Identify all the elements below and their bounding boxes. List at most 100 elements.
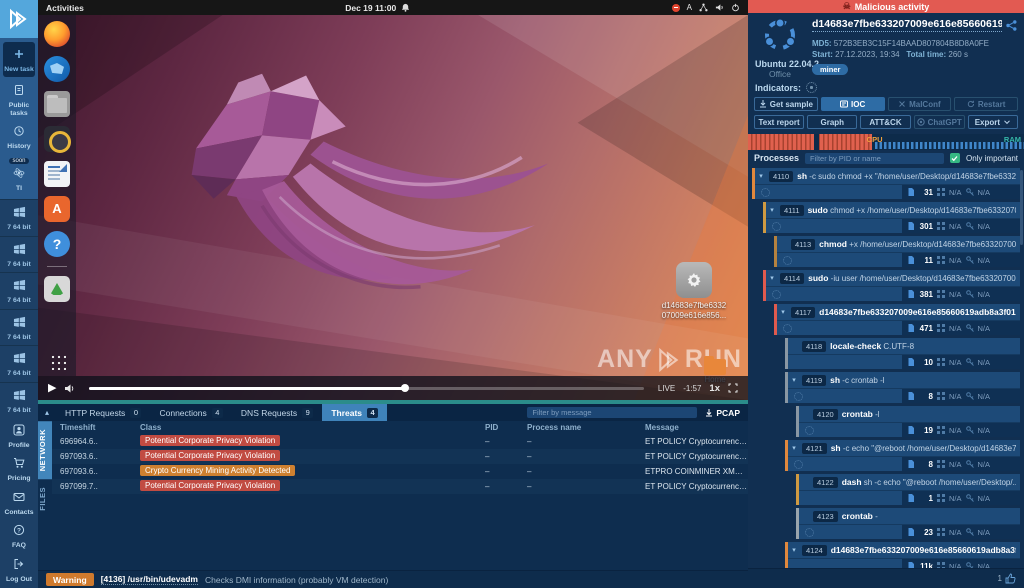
- sidebar-item-win7-env[interactable]: 7 64 bit: [0, 309, 38, 345]
- tab-threats[interactable]: Threats4: [322, 404, 387, 421]
- expand-caret-icon[interactable]: ▾: [790, 546, 798, 554]
- volume-icon[interactable]: [715, 3, 724, 12]
- trash-icon[interactable]: [44, 276, 70, 302]
- process-row[interactable]: 4118 locale-check C.UTF-8 10 N/A N/A: [785, 338, 1020, 369]
- expand-caret-icon[interactable]: ▾: [790, 444, 798, 452]
- process-row[interactable]: ▾ 4124 d14683e7fbe633207009e616e85660619…: [785, 542, 1020, 568]
- malware-tag[interactable]: miner: [812, 64, 848, 75]
- process-row[interactable]: 4122 dash sh -c echo "@reboot /home/user…: [796, 474, 1020, 505]
- expand-caret-icon[interactable]: ▾: [779, 308, 787, 316]
- sidebar-item-win7-env[interactable]: 7 64 bit: [0, 345, 38, 381]
- status-process-link[interactable]: [4136] /usr/bin/udevadm: [101, 574, 198, 585]
- sidebar-item-history[interactable]: History: [0, 120, 38, 153]
- desktop-sample-file[interactable]: d14683e7fbe6332 07009e616e856...: [660, 262, 728, 321]
- player-volume-icon[interactable]: [64, 383, 75, 394]
- threat-row[interactable]: 697099.7..Potential Corporate Privacy Vi…: [52, 479, 748, 494]
- expand-caret-icon[interactable]: ▾: [768, 206, 776, 214]
- process-row[interactable]: ▾ 4119 sh -c crontab -l 8 N/A N/A: [785, 372, 1020, 403]
- power-icon[interactable]: [731, 3, 740, 12]
- anyrun-logo[interactable]: [0, 0, 38, 38]
- process-filter-input[interactable]: [805, 153, 944, 164]
- fullscreen-icon[interactable]: [728, 383, 738, 393]
- sidebar-item-faq[interactable]: ?FAQ: [0, 519, 38, 552]
- expand-caret-icon[interactable]: ▾: [768, 274, 776, 282]
- sidebar-item-pricing[interactable]: Pricing: [0, 452, 38, 485]
- rhythmbox-icon[interactable]: [44, 126, 70, 152]
- process-row[interactable]: ▾ 4117 d14683e7fbe633207009e616e85660619…: [774, 304, 1020, 335]
- ubuntu-software-icon[interactable]: A: [44, 196, 70, 222]
- sidebar-item-win7-env[interactable]: 7 64 bit: [0, 382, 38, 418]
- att-ck-button[interactable]: ATT&CK: [860, 115, 910, 129]
- help-icon[interactable]: ?: [44, 231, 70, 257]
- text-report-button[interactable]: Text report: [754, 115, 804, 129]
- player-progress-slider[interactable]: [89, 387, 643, 390]
- ioc-button[interactable]: IOC: [821, 97, 885, 111]
- collapse-panel-icon[interactable]: ▴: [38, 404, 56, 421]
- share-icon[interactable]: [1006, 18, 1017, 36]
- keyboard-layout-indicator[interactable]: A: [687, 3, 692, 12]
- thumbs-up-icon[interactable]: [1005, 573, 1016, 584]
- windows-logo-icon: [13, 205, 26, 223]
- play-button[interactable]: ▶: [48, 383, 56, 394]
- thunderbird-icon[interactable]: [44, 56, 70, 82]
- process-row[interactable]: 4123 crontab - 23 N/A N/A: [796, 508, 1020, 539]
- get-sample-button[interactable]: Get sample: [754, 97, 818, 111]
- windows-logo-icon: [13, 315, 26, 333]
- expand-caret-icon[interactable]: ▾: [790, 376, 798, 384]
- threat-row[interactable]: 696964.6..Potential Corporate Privacy Vi…: [52, 434, 748, 449]
- sample-title[interactable]: d14683e7fbe633207009e616e85660619...: [812, 18, 1002, 32]
- keys-count: N/A: [978, 426, 991, 435]
- pcap-download-button[interactable]: PCAP: [705, 408, 740, 418]
- cart-icon: [13, 456, 25, 474]
- process-row[interactable]: 4120 crontab -l 19 N/A N/A: [796, 406, 1020, 437]
- logout-icon: [13, 557, 25, 575]
- process-row[interactable]: ▾ 4111 sudo chmod +x /home/user/Desktop/…: [763, 202, 1020, 233]
- sidebar-item-win7-env[interactable]: 7 64 bit: [0, 199, 38, 235]
- process-row[interactable]: 4113 chmod +x /home/user/Desktop/d14683e…: [774, 236, 1020, 267]
- md5-row: MD5: 572B3EB3C15F14BAAD807804B8D8A0FE: [812, 39, 1017, 48]
- modules-icon: [937, 256, 945, 264]
- clock[interactable]: Dec 19 11:00: [345, 3, 410, 13]
- process-row[interactable]: ▾ 4110 sh -c sudo chmod +x "/home/user/D…: [752, 168, 1020, 199]
- threat-row[interactable]: 697093.6..Crypto Currency Mining Activit…: [52, 464, 748, 479]
- scrollbar-thumb[interactable]: [1020, 170, 1023, 245]
- keys-count: N/A: [978, 290, 991, 299]
- sidebar-item-log-out[interactable]: Log Out: [0, 553, 38, 586]
- sidebar-item-ti[interactable]: soon TI: [0, 154, 38, 195]
- playback-speed-button[interactable]: 1x: [709, 383, 720, 394]
- process-pid: 4113: [791, 239, 815, 250]
- process-pid: 4119: [802, 375, 826, 386]
- files-icon[interactable]: [44, 91, 70, 117]
- libreoffice-writer-icon[interactable]: [44, 161, 70, 187]
- process-row[interactable]: ▾ 4114 sudo -iu user /home/user/Desktop/…: [763, 270, 1020, 301]
- message-filter-input[interactable]: [527, 407, 697, 418]
- faq-icon: ?: [13, 523, 25, 541]
- sidebar-item-new-task[interactable]: New task: [3, 42, 35, 77]
- cpu-indicator-icon[interactable]: [806, 82, 817, 93]
- tab-dns-requests[interactable]: DNS Requests9: [232, 404, 322, 421]
- side-tab-network[interactable]: NETWORK: [38, 421, 52, 479]
- files-count: 19: [919, 426, 933, 435]
- process-stats: 8 N/A N/A: [902, 457, 1020, 471]
- slider-knob[interactable]: [401, 384, 409, 392]
- tab-http-requests[interactable]: HTTP Requests0: [56, 404, 150, 421]
- tab-connections[interactable]: Connections4: [150, 404, 231, 421]
- network-share-icon[interactable]: [699, 3, 708, 12]
- app-grid-icon[interactable]: [49, 353, 66, 370]
- sidebar-item-win7-env[interactable]: 7 64 bit: [0, 236, 38, 272]
- threat-row[interactable]: 697093.6..Potential Corporate Privacy Vi…: [52, 449, 748, 464]
- export-button[interactable]: Export: [968, 115, 1018, 129]
- sidebar-item-public-tasks[interactable]: Public tasks: [0, 79, 38, 120]
- firefox-icon[interactable]: [44, 21, 70, 47]
- only-important-checkbox[interactable]: [950, 153, 960, 163]
- sidebar-item-win7-env[interactable]: 7 64 bit: [0, 272, 38, 308]
- activities-button[interactable]: Activities: [46, 3, 84, 13]
- side-tab-files[interactable]: FILES: [38, 479, 52, 519]
- expand-caret-icon[interactable]: ▾: [757, 172, 765, 180]
- process-command: dash sh -c echo "@reboot /home/user/Desk…: [842, 477, 1016, 487]
- graph-button[interactable]: Graph: [807, 115, 857, 129]
- vm-desktop[interactable]: A ? d14683e7fbe6332 07009e616e856... ANY: [38, 15, 748, 400]
- process-row[interactable]: ▾ 4121 sh -c echo "@reboot /home/user/De…: [785, 440, 1020, 471]
- sidebar-item-contacts[interactable]: Contacts: [0, 486, 38, 519]
- sidebar-item-profile[interactable]: Profile: [0, 419, 38, 452]
